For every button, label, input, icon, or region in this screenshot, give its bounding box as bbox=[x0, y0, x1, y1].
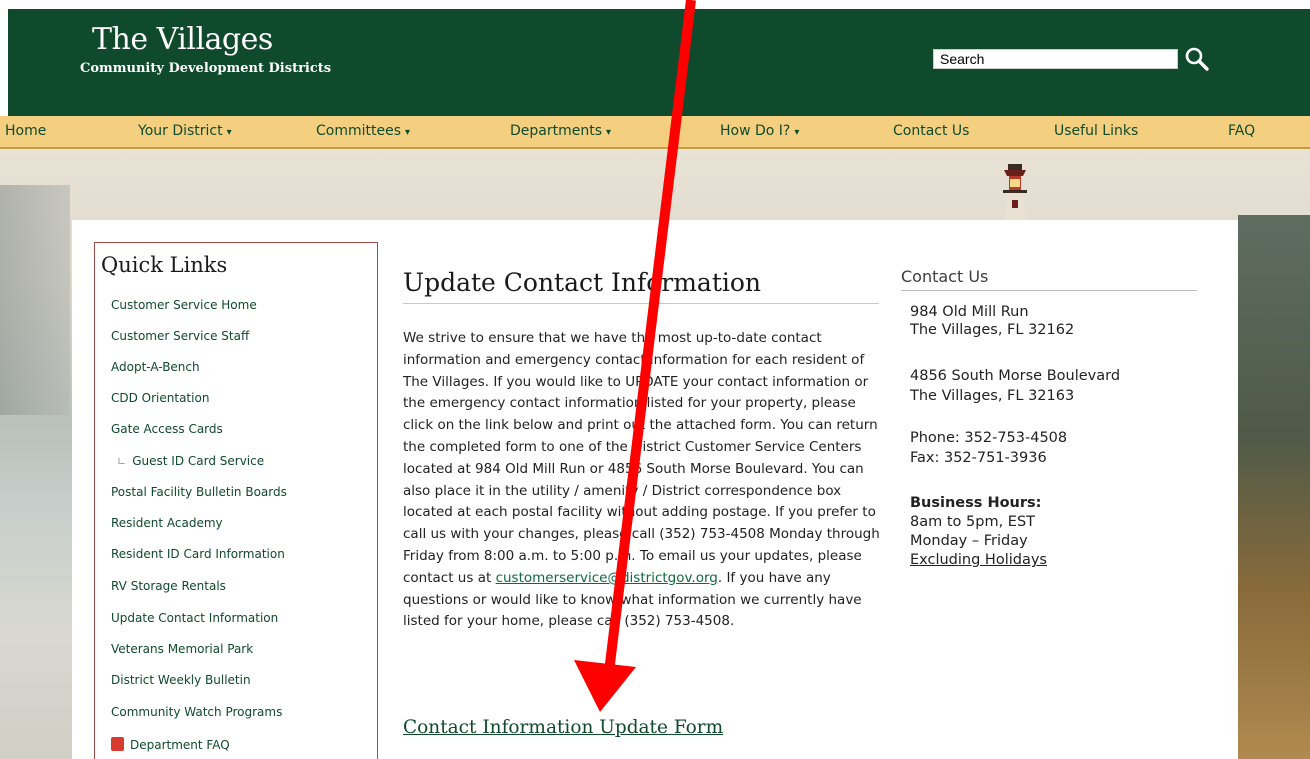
nav-faq-label: FAQ bbox=[1228, 123, 1256, 139]
quick-link-community-watch-programs[interactable]: Community Watch Programs bbox=[111, 705, 282, 719]
chevron-down-icon: ▾ bbox=[794, 127, 800, 138]
quick-link-update-contact-information[interactable]: Update Contact Information bbox=[111, 611, 278, 625]
background-trees-right bbox=[1238, 215, 1310, 759]
phone-number: Phone: 352-753-4508 bbox=[910, 430, 1068, 446]
background-trees-left bbox=[0, 185, 70, 415]
quick-link-guest-id-card-service[interactable]: ∟ Guest ID Card Service bbox=[117, 454, 264, 468]
sub-item-marker-icon: ∟ bbox=[117, 455, 127, 468]
email-link[interactable]: customerservice@districtgov.org bbox=[496, 570, 718, 586]
article-text-part1: We strive to ensure that we have the mos… bbox=[403, 330, 880, 586]
chevron-down-icon: ▾ bbox=[226, 127, 232, 138]
nav-committees-label: Committees bbox=[316, 123, 402, 139]
page: The Villages Community Development Distr… bbox=[0, 0, 1310, 759]
nav-contact-us[interactable]: Contact Us bbox=[893, 116, 969, 147]
quick-link-label: Department FAQ bbox=[130, 738, 230, 752]
logo-subtitle: Community Development Districts bbox=[80, 61, 332, 76]
page-title: Update Contact Information bbox=[403, 268, 762, 297]
logo-title: The Villages bbox=[92, 22, 273, 57]
search-input[interactable] bbox=[933, 49, 1178, 69]
nav-contact-us-label: Contact Us bbox=[893, 123, 970, 139]
quick-links-panel: Quick Links Customer Service Home Custom… bbox=[94, 242, 378, 759]
pdf-icon bbox=[111, 737, 124, 751]
nav-useful-links[interactable]: Useful Links bbox=[1054, 116, 1138, 147]
nav-how-do-i-label: How Do I? bbox=[720, 123, 791, 139]
quick-link-cdd-orientation[interactable]: CDD Orientation bbox=[111, 391, 209, 405]
quick-link-rv-storage-rentals[interactable]: RV Storage Rentals bbox=[111, 579, 226, 593]
contact-us-title: Contact Us bbox=[901, 267, 989, 286]
quick-link-label: Guest ID Card Service bbox=[132, 454, 265, 468]
quick-link-resident-academy[interactable]: Resident Academy bbox=[111, 516, 223, 530]
quick-link-veterans-memorial-park[interactable]: Veterans Memorial Park bbox=[111, 642, 253, 656]
nav-committees[interactable]: Committees ▾ bbox=[316, 116, 410, 147]
quick-link-resident-id-card-information[interactable]: Resident ID Card Information bbox=[111, 547, 285, 561]
address1-line2: The Villages, FL 32162 bbox=[910, 322, 1075, 338]
fax-number: Fax: 352-751-3936 bbox=[910, 450, 1047, 466]
site-logo[interactable]: The Villages Community Development Distr… bbox=[80, 23, 380, 103]
lighthouse-image bbox=[1003, 164, 1027, 222]
excluding-holidays-link[interactable]: Excluding Holidays bbox=[910, 551, 1047, 569]
content-card: Quick Links Customer Service Home Custom… bbox=[72, 220, 1238, 759]
address2-line1: 4856 South Morse Boulevard bbox=[910, 368, 1121, 384]
quick-links-title: Quick Links bbox=[101, 253, 228, 277]
nav-home-label: Home bbox=[5, 123, 47, 139]
business-hours-time: 8am to 5pm, EST bbox=[910, 514, 1036, 530]
business-hours-label: Business Hours: bbox=[910, 495, 1042, 511]
business-hours-days: Monday – Friday bbox=[910, 533, 1028, 549]
quick-link-gate-access-cards[interactable]: Gate Access Cards bbox=[111, 422, 223, 436]
title-divider bbox=[403, 303, 879, 304]
chevron-down-icon: ▾ bbox=[405, 127, 411, 138]
quick-link-customer-service-staff[interactable]: Customer Service Staff bbox=[111, 329, 249, 343]
address1-line1: 984 Old Mill Run bbox=[910, 304, 1029, 320]
nav-home[interactable]: Home bbox=[5, 116, 46, 147]
quick-link-customer-service-home[interactable]: Customer Service Home bbox=[111, 298, 257, 312]
contact-divider bbox=[901, 290, 1197, 291]
nav-your-district-label: Your District bbox=[138, 123, 223, 139]
nav-your-district[interactable]: Your District ▾ bbox=[138, 116, 232, 147]
quick-link-adopt-a-bench[interactable]: Adopt-A-Bench bbox=[111, 360, 200, 374]
chevron-down-icon: ▾ bbox=[606, 127, 612, 138]
article-body: We strive to ensure that we have the mos… bbox=[403, 328, 887, 633]
nav-departments[interactable]: Departments ▾ bbox=[510, 116, 611, 147]
address2-line2: The Villages, FL 32163 bbox=[910, 388, 1075, 404]
main-nav: Home Your District ▾ Committees ▾ Departme… bbox=[0, 116, 1310, 149]
quick-link-department-faq[interactable]: Department FAQ bbox=[111, 737, 230, 752]
nav-how-do-i[interactable]: How Do I? ▾ bbox=[720, 116, 799, 147]
quick-link-district-weekly-bulletin[interactable]: District Weekly Bulletin bbox=[111, 673, 251, 687]
nav-faq[interactable]: FAQ bbox=[1228, 116, 1255, 147]
nav-departments-label: Departments bbox=[510, 123, 603, 139]
site-header: The Villages Community Development Distr… bbox=[8, 9, 1310, 116]
quick-link-postal-facility-bulletin-boards[interactable]: Postal Facility Bulletin Boards bbox=[111, 485, 287, 499]
search-icon[interactable] bbox=[1184, 46, 1210, 72]
nav-useful-links-label: Useful Links bbox=[1054, 123, 1139, 139]
contact-update-form-link[interactable]: Contact Information Update Form bbox=[403, 717, 723, 738]
